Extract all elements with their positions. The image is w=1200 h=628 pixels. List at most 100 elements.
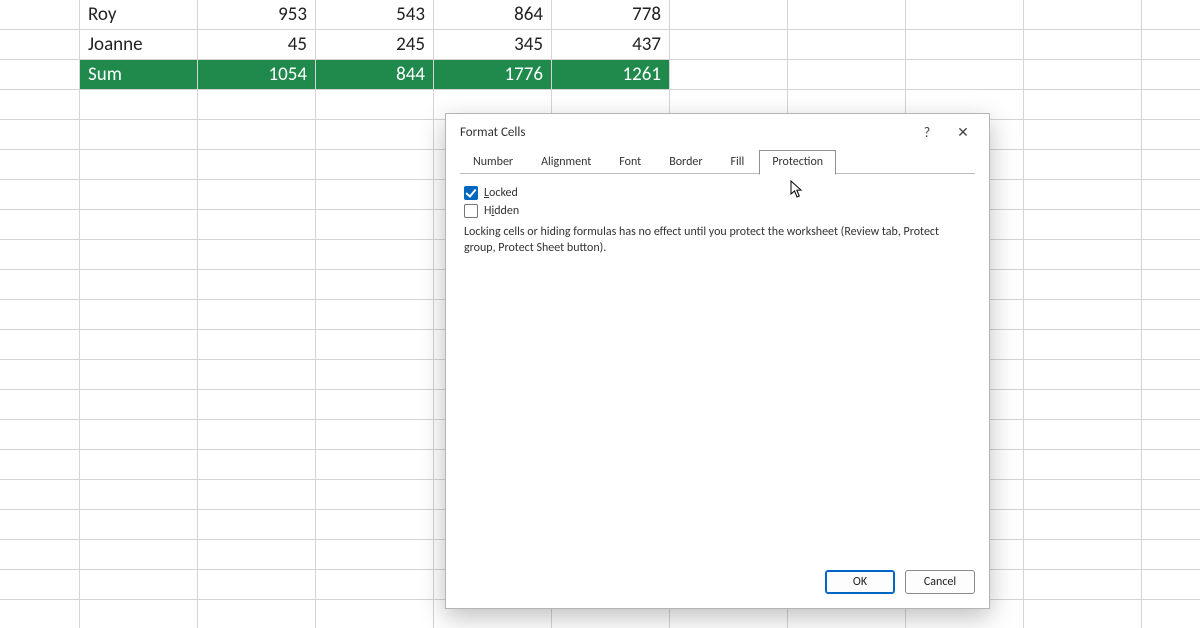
cell[interactable] [0, 480, 80, 510]
cell[interactable] [316, 90, 434, 120]
cell[interactable] [316, 600, 434, 628]
cell[interactable] [80, 540, 198, 570]
tab-protection[interactable]: Protection [759, 150, 836, 175]
cell[interactable] [80, 330, 198, 360]
cell[interactable] [80, 240, 198, 270]
cell[interactable] [198, 240, 316, 270]
cell[interactable] [80, 360, 198, 390]
cell[interactable] [1024, 150, 1142, 180]
cell[interactable] [1142, 270, 1200, 300]
cell[interactable] [1024, 420, 1142, 450]
cell[interactable] [198, 150, 316, 180]
cell[interactable] [1142, 0, 1200, 30]
cell[interactable] [1142, 360, 1200, 390]
tab-number[interactable]: Number [460, 150, 526, 175]
cell[interactable] [80, 120, 198, 150]
cell[interactable] [1024, 600, 1142, 628]
cell[interactable] [0, 180, 80, 210]
cell[interactable] [198, 480, 316, 510]
cell[interactable] [788, 60, 906, 90]
cell[interactable] [1142, 540, 1200, 570]
cell[interactable] [316, 120, 434, 150]
cell[interactable] [80, 480, 198, 510]
cell[interactable] [198, 450, 316, 480]
cell[interactable] [316, 360, 434, 390]
cell[interactable] [1142, 510, 1200, 540]
cell[interactable] [316, 300, 434, 330]
cell[interactable] [198, 570, 316, 600]
cell[interactable] [0, 60, 80, 90]
cell[interactable] [1024, 330, 1142, 360]
cell[interactable] [906, 30, 1024, 60]
cell[interactable] [1024, 0, 1142, 30]
cell[interactable] [316, 510, 434, 540]
data-value[interactable]: 864 [434, 0, 552, 30]
cell[interactable] [198, 360, 316, 390]
cell[interactable] [1024, 480, 1142, 510]
cell[interactable] [788, 0, 906, 30]
cell[interactable] [1024, 360, 1142, 390]
cell[interactable] [80, 510, 198, 540]
cell[interactable] [1142, 480, 1200, 510]
cell[interactable] [0, 420, 80, 450]
cell[interactable] [1024, 300, 1142, 330]
cell[interactable] [198, 540, 316, 570]
cell[interactable] [0, 120, 80, 150]
cell[interactable] [80, 210, 198, 240]
cell[interactable] [1024, 450, 1142, 480]
cell[interactable] [0, 570, 80, 600]
sum-value[interactable]: 844 [316, 60, 434, 90]
cell[interactable] [906, 0, 1024, 30]
cell[interactable] [316, 390, 434, 420]
cell[interactable] [0, 510, 80, 540]
cell[interactable] [1024, 120, 1142, 150]
cell[interactable] [1142, 330, 1200, 360]
cell[interactable] [80, 570, 198, 600]
tab-font[interactable]: Font [606, 150, 654, 175]
cell[interactable] [1024, 270, 1142, 300]
cell[interactable] [0, 240, 80, 270]
sum-value[interactable]: 1261 [552, 60, 670, 90]
cell[interactable] [1142, 450, 1200, 480]
cell[interactable] [0, 0, 80, 30]
cell[interactable] [316, 330, 434, 360]
cell[interactable] [1024, 90, 1142, 120]
data-value[interactable]: 345 [434, 30, 552, 60]
cell[interactable] [316, 540, 434, 570]
cell[interactable] [316, 450, 434, 480]
sum-value[interactable]: 1776 [434, 60, 552, 90]
cell[interactable] [198, 300, 316, 330]
cell[interactable] [670, 60, 788, 90]
cell[interactable] [80, 180, 198, 210]
cell[interactable] [0, 360, 80, 390]
cell[interactable] [0, 210, 80, 240]
cell[interactable] [80, 300, 198, 330]
cell[interactable] [316, 240, 434, 270]
cell[interactable] [0, 150, 80, 180]
cell[interactable] [80, 420, 198, 450]
cell[interactable] [198, 600, 316, 628]
cell[interactable] [1142, 300, 1200, 330]
cell[interactable] [1024, 390, 1142, 420]
ok-button[interactable]: OK [825, 570, 895, 594]
cell[interactable] [198, 420, 316, 450]
cell[interactable] [0, 450, 80, 480]
cell[interactable] [0, 270, 80, 300]
cell[interactable] [0, 300, 80, 330]
locked-label[interactable]: Locked [484, 186, 518, 200]
cell[interactable] [198, 390, 316, 420]
cell[interactable] [1142, 570, 1200, 600]
cell[interactable] [1024, 60, 1142, 90]
cell[interactable] [198, 180, 316, 210]
cell[interactable] [316, 480, 434, 510]
cell[interactable] [316, 570, 434, 600]
cell[interactable] [0, 30, 80, 60]
cell[interactable] [316, 180, 434, 210]
cell[interactable] [1024, 30, 1142, 60]
cell[interactable] [1142, 30, 1200, 60]
cell[interactable] [1142, 600, 1200, 628]
data-value[interactable]: 953 [198, 0, 316, 30]
help-button[interactable]: ? [909, 118, 945, 146]
cell[interactable] [1024, 210, 1142, 240]
tab-border[interactable]: Border [656, 150, 715, 175]
